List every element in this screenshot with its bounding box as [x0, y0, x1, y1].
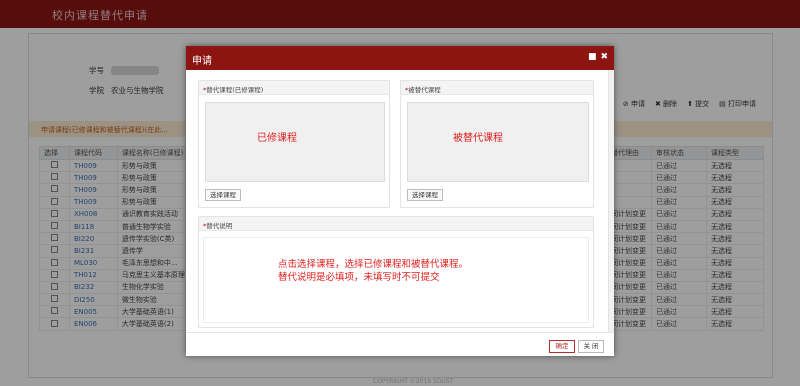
dialog-footer: 确定 关 闭 — [186, 332, 614, 356]
description-panel-title: *替代说明 — [199, 217, 593, 231]
hint-line-1: 点击选择课程，选择已修课程和被替代课程。 — [278, 259, 469, 270]
apply-dialog: 申请 ■ ✖ *替代课程(已修课程) 已修课程 选择课程 *被替代课程 被替代课… — [186, 46, 614, 356]
dialog-header: 申请 ■ ✖ — [186, 46, 614, 70]
hint-line-2: 替代说明是必填项，未填写时不可提交 — [278, 272, 440, 283]
completed-course-panel: *替代课程(已修课程) 已修课程 选择课程 — [198, 80, 390, 208]
dialog-body: *替代课程(已修课程) 已修课程 选择课程 *被替代课程 被替代课程 选择课程 … — [186, 70, 614, 328]
completed-course-panel-title: *替代课程(已修课程) — [199, 81, 389, 95]
close-button[interactable]: 关 闭 — [578, 340, 604, 353]
close-icon[interactable]: ✖ — [600, 52, 608, 62]
description-panel-title-text: 替代说明 — [206, 222, 233, 230]
replaced-course-placeholder: 被替代课程 — [453, 133, 503, 144]
dialog-scrollbar[interactable] — [608, 70, 614, 332]
confirm-button[interactable]: 确定 — [549, 340, 575, 353]
replaced-course-panel-title-text: 被替代课程 — [408, 86, 441, 94]
replaced-course-panel-title: *被替代课程 — [401, 81, 593, 95]
choose-completed-course-button[interactable]: 选择课程 — [205, 189, 241, 201]
dialog-title: 申请 — [192, 56, 212, 67]
instruction-hint: 点击选择课程，选择已修课程和被替代课程。 替代说明是必填项，未填写时不可提交 — [278, 258, 468, 284]
completed-course-panel-title-text: 替代课程(已修课程) — [206, 86, 264, 94]
completed-course-placeholder: 已修课程 — [257, 133, 297, 144]
choose-replaced-course-button[interactable]: 选择课程 — [407, 189, 443, 201]
replaced-course-panel: *被替代课程 被替代课程 选择课程 — [400, 80, 594, 208]
maximize-icon[interactable]: ■ — [588, 52, 597, 62]
